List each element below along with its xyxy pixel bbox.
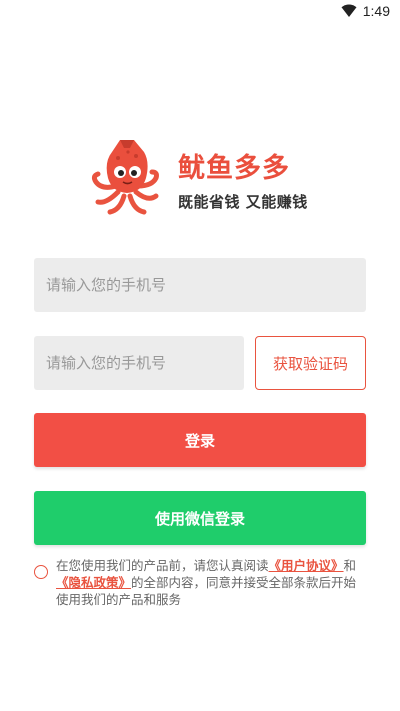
squid-logo-icon: [91, 140, 159, 215]
user-agreement-link[interactable]: 《用户协议》: [269, 558, 344, 573]
agreement-text-before: 在您使用我们的产品前，请您认真阅读: [56, 558, 269, 573]
status-right: 1:49: [341, 3, 390, 19]
wifi-icon: [341, 4, 357, 17]
app-slogan: 既能省钱 又能赚钱: [178, 193, 308, 211]
agree-radio[interactable]: [34, 565, 48, 579]
verification-code-input[interactable]: [34, 336, 244, 390]
phone-input[interactable]: [34, 258, 366, 312]
brand-header: 鱿鱼多多 既能省钱 又能赚钱: [90, 138, 330, 218]
app-name: 鱿鱼多多: [178, 153, 290, 184]
status-bar: 1:49: [0, 0, 400, 24]
login-button[interactable]: 登录: [34, 413, 366, 467]
get-code-button[interactable]: 获取验证码: [255, 336, 366, 390]
wechat-login-button[interactable]: 使用微信登录: [34, 491, 366, 545]
agreement-text: 在您使用我们的产品前，请您认真阅读《用户协议》和《隐私政策》的全部内容，同意并接…: [56, 557, 366, 608]
agreement-and: 和: [343, 558, 357, 573]
status-time: 1:49: [362, 3, 390, 19]
privacy-policy-link[interactable]: 《隐私政策》: [56, 575, 131, 590]
